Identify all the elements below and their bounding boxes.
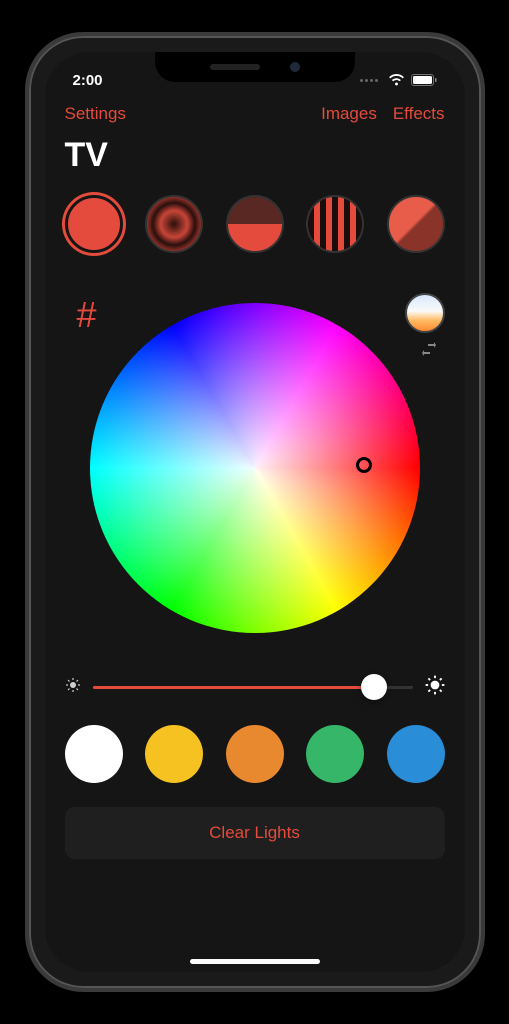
- volume-up-button: [25, 236, 27, 292]
- phone-screen: 2:00 Settings Images Effects: [45, 52, 465, 972]
- pattern-row: [65, 195, 445, 253]
- power-button: [483, 254, 485, 344]
- brightness-high-icon: [425, 675, 445, 700]
- notch: [155, 52, 355, 82]
- volume-down-button: [25, 304, 27, 360]
- front-camera: [290, 62, 300, 72]
- pattern-stripes[interactable]: [306, 195, 364, 253]
- nav-bar: Settings Images Effects: [65, 96, 445, 132]
- effects-link[interactable]: Effects: [393, 104, 445, 124]
- pattern-half[interactable]: [226, 195, 284, 253]
- swap-icon[interactable]: [421, 341, 437, 362]
- temperature-swatch[interactable]: [405, 293, 445, 333]
- color-wheel-cursor[interactable]: [356, 457, 372, 473]
- slider-thumb[interactable]: [361, 674, 387, 700]
- battery-icon: [411, 74, 437, 86]
- home-indicator[interactable]: [190, 959, 320, 964]
- swatch-blue[interactable]: [387, 725, 445, 783]
- slider-fill: [93, 686, 375, 689]
- brightness-low-icon: [65, 677, 81, 698]
- status-right: [360, 74, 437, 86]
- phone-device-frame: 2:00 Settings Images Effects: [25, 32, 485, 992]
- brightness-row: [65, 673, 445, 701]
- app-content: Settings Images Effects TV #: [45, 96, 465, 859]
- clear-lights-button[interactable]: Clear Lights: [65, 807, 445, 859]
- brightness-slider[interactable]: [93, 673, 413, 701]
- recent-apps-dots: [360, 79, 378, 82]
- images-link[interactable]: Images: [321, 104, 377, 124]
- settings-link[interactable]: Settings: [65, 104, 126, 124]
- status-time: 2:00: [73, 72, 103, 89]
- speaker: [210, 64, 260, 70]
- hex-input-button[interactable]: #: [65, 293, 109, 337]
- silence-switch: [25, 176, 27, 206]
- page-title: TV: [65, 136, 445, 175]
- color-picker-area: #: [65, 293, 445, 643]
- swatch-row: [65, 725, 445, 783]
- pattern-solid[interactable]: [65, 195, 123, 253]
- pattern-radial[interactable]: [145, 195, 203, 253]
- color-wheel[interactable]: [90, 303, 420, 633]
- swatch-white[interactable]: [65, 725, 123, 783]
- swatch-orange[interactable]: [226, 725, 284, 783]
- wifi-icon: [388, 74, 405, 86]
- pattern-diagonal[interactable]: [387, 195, 445, 253]
- swatch-yellow[interactable]: [145, 725, 203, 783]
- swatch-green[interactable]: [306, 725, 364, 783]
